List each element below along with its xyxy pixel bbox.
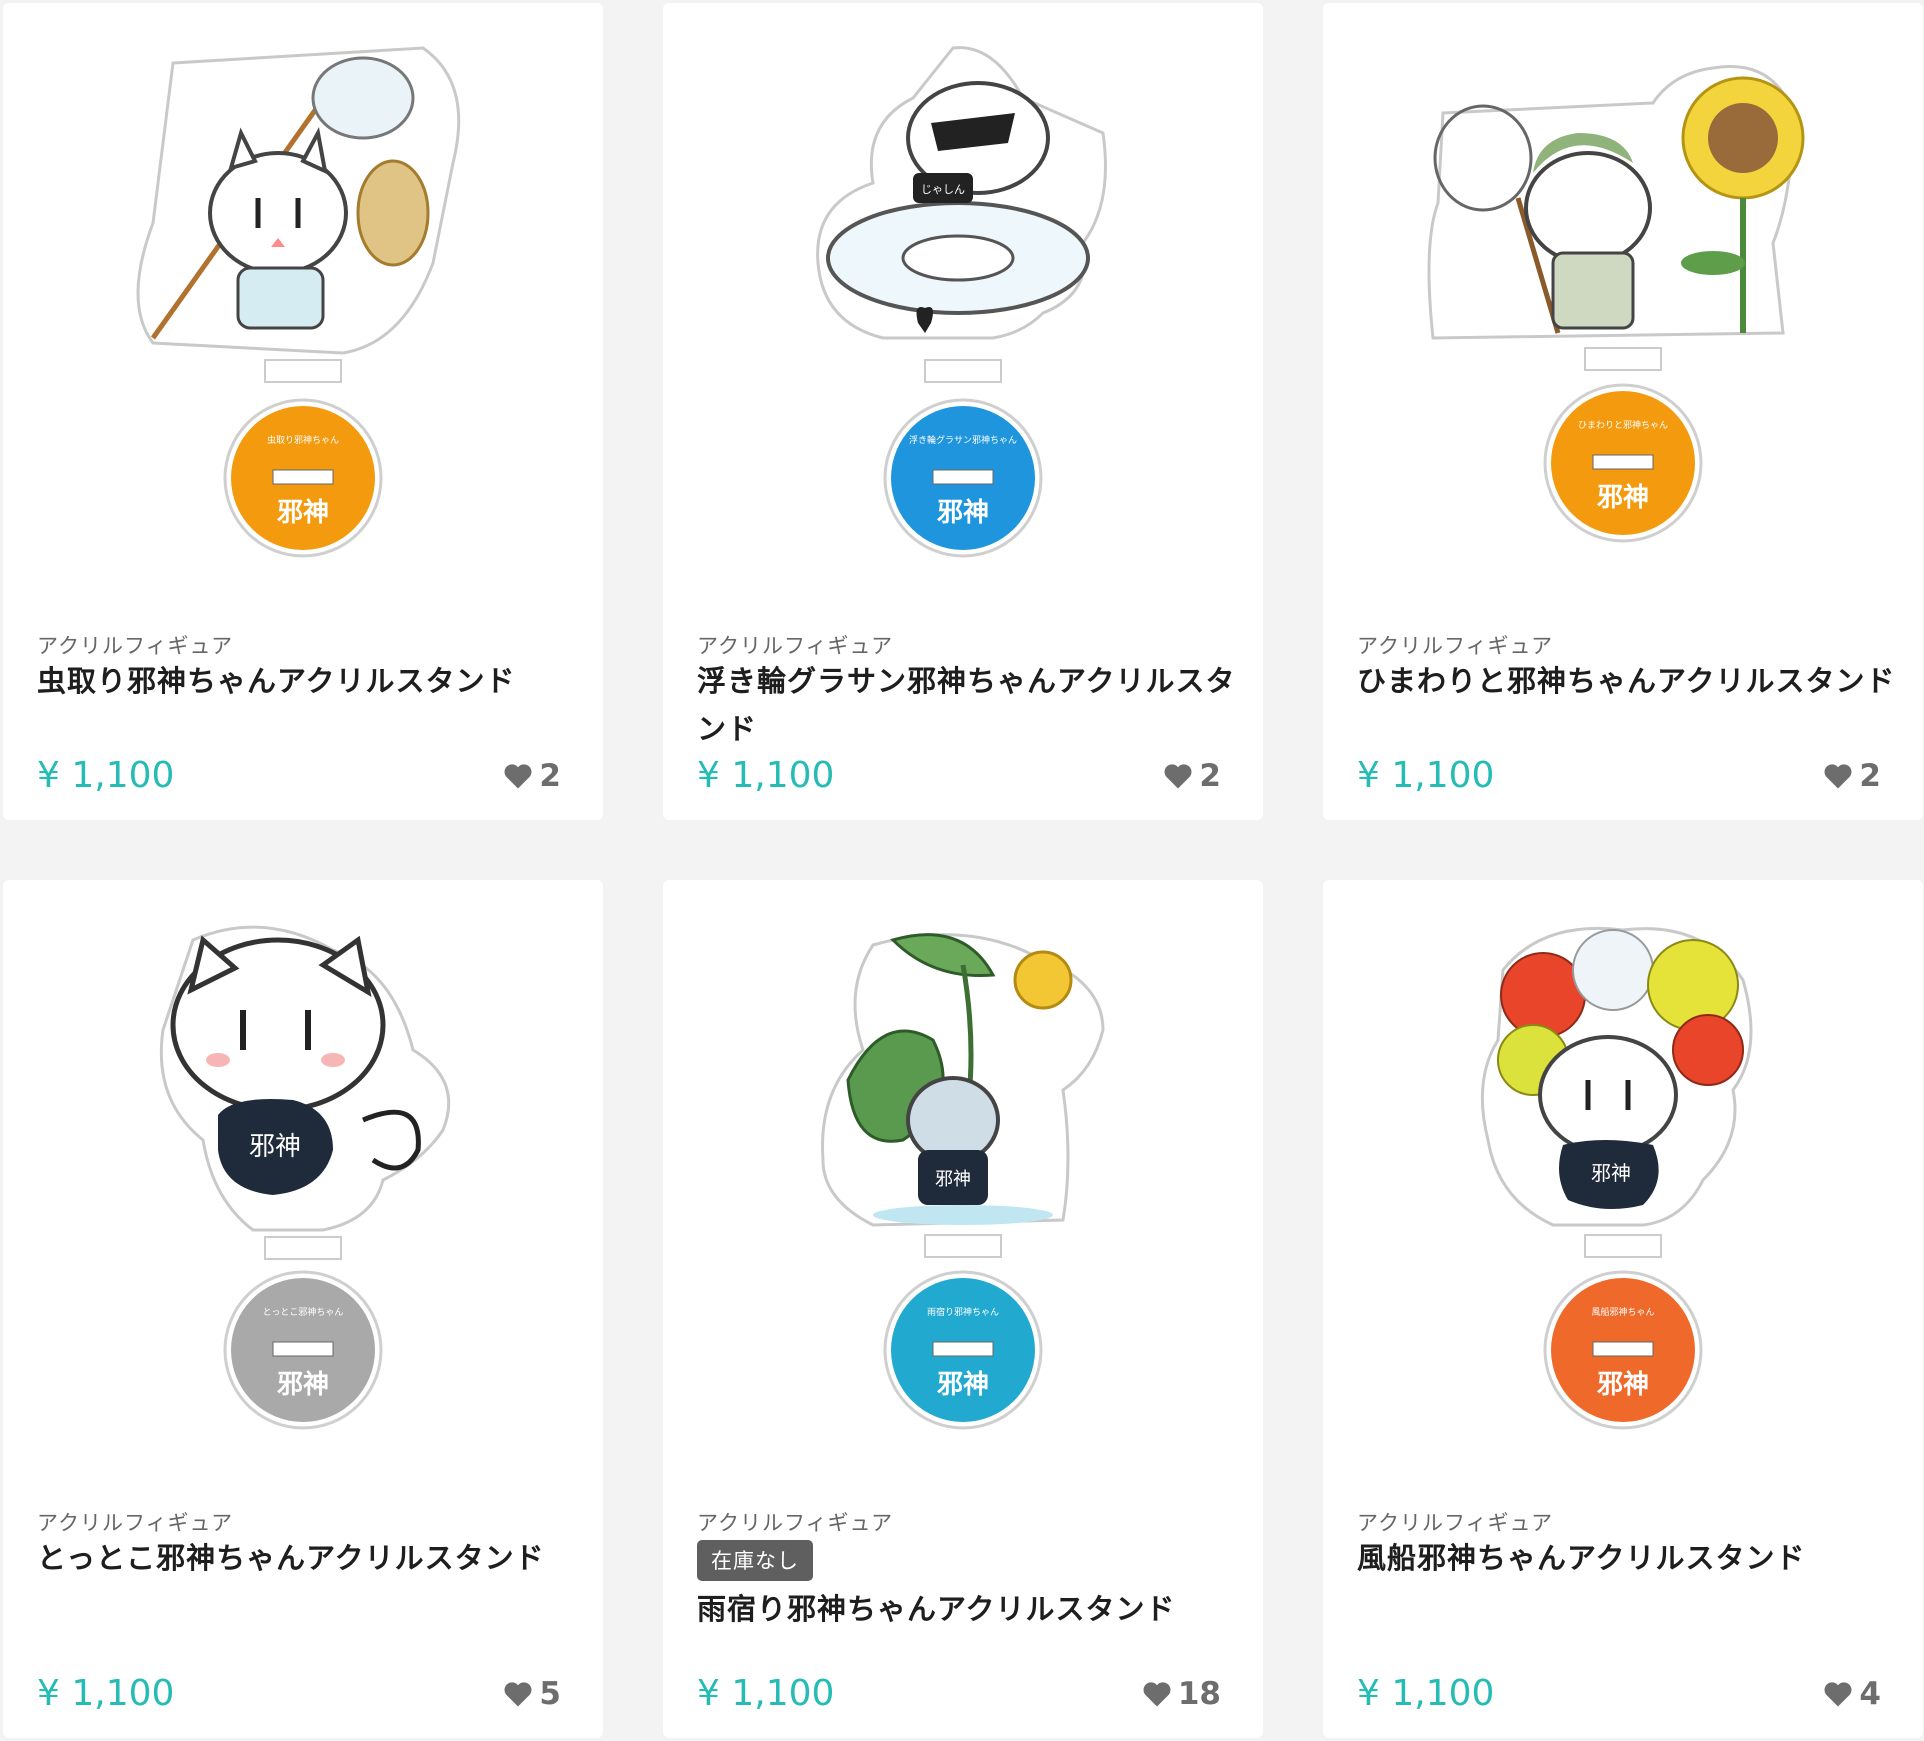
- product-grid: 虫取り邪神ちゃん 邪神 アクリルフィギュア 虫取り邪神ちゃんアクリルスタンド ¥…: [0, 0, 1924, 1741]
- product-title[interactable]: ひまわりと邪神ちゃんアクリルスタンド: [1357, 657, 1902, 705]
- svg-text:邪神: 邪神: [936, 1370, 989, 1400]
- product-category: アクリルフィギュア: [1357, 1511, 1554, 1535]
- product-card[interactable]: じゃしん 浮き輪グラサン邪神ちゃん 邪神 アクリルフィギュア 浮き輪グラサン邪神…: [663, 3, 1263, 820]
- product-category: アクリルフィギュア: [697, 634, 894, 658]
- like-button[interactable]: 5: [503, 1676, 561, 1712]
- product-image[interactable]: 邪神 風船邪神ちゃん 邪神: [1323, 880, 1923, 1480]
- like-button[interactable]: 4: [1823, 1676, 1881, 1712]
- svg-text:とっとこ邪神ちゃん: とっとこ邪神ちゃん: [263, 1306, 344, 1318]
- like-count: 2: [1859, 758, 1881, 794]
- product-price: ¥ 1,100: [1357, 755, 1495, 796]
- product-title[interactable]: 虫取り邪神ちゃんアクリルスタンド: [37, 657, 582, 705]
- heart-icon: [1824, 764, 1852, 789]
- svg-text:邪神: 邪神: [1596, 1370, 1649, 1400]
- acrylic-stand-illustration: 邪神 雨宿り邪神ちゃん 邪神: [821, 933, 1105, 1430]
- heart-icon: [504, 1682, 532, 1707]
- product-card[interactable]: ひまわりと邪神ちゃん 邪神 アクリルフィギュア ひまわりと邪神ちゃんアクリルスタ…: [1323, 3, 1923, 820]
- product-title[interactable]: とっとこ邪神ちゃんアクリルスタンド: [37, 1534, 582, 1582]
- svg-text:邪神: 邪神: [936, 498, 989, 528]
- product-price: ¥ 1,100: [697, 1673, 835, 1714]
- like-button[interactable]: 2: [1163, 758, 1221, 794]
- out-of-stock-badge: 在庫なし: [697, 1540, 813, 1581]
- product-category: アクリルフィギュア: [37, 1511, 234, 1535]
- product-price: ¥ 1,100: [37, 1673, 175, 1714]
- product-title[interactable]: 風船邪神ちゃんアクリルスタンド: [1357, 1534, 1902, 1582]
- acrylic-stand-illustration: ひまわりと邪神ちゃん 邪神: [1427, 65, 1805, 543]
- product-category: アクリルフィギュア: [1357, 634, 1554, 658]
- product-price: ¥ 1,100: [1357, 1673, 1495, 1714]
- svg-text:邪神: 邪神: [1591, 1161, 1631, 1185]
- svg-text:雨宿り邪神ちゃん: 雨宿り邪神ちゃん: [927, 1306, 999, 1318]
- product-category: アクリルフィギュア: [37, 634, 234, 658]
- product-image[interactable]: 邪神 とっとこ邪神ちゃん 邪神: [3, 880, 603, 1480]
- like-count: 2: [1199, 758, 1221, 794]
- like-count: 2: [539, 758, 561, 794]
- svg-text:邪神: 邪神: [276, 1370, 329, 1400]
- product-price: ¥ 1,100: [37, 755, 175, 796]
- acrylic-stand-illustration: 邪神 とっとこ邪神ちゃん 邪神: [159, 925, 451, 1430]
- product-title[interactable]: 浮き輪グラサン邪神ちゃんアクリルスタンド: [697, 657, 1242, 753]
- acrylic-stand-illustration: 邪神 風船邪神ちゃん 邪神: [1480, 926, 1753, 1430]
- product-card[interactable]: 邪神 風船邪神ちゃん 邪神 アクリルフィギュア 風船邪神ちゃんアクリルスタンド …: [1323, 880, 1923, 1738]
- heart-icon: [1824, 1682, 1852, 1707]
- product-price: ¥ 1,100: [697, 755, 835, 796]
- heart-icon: [1143, 1682, 1171, 1707]
- svg-text:じゃしん: じゃしん: [921, 183, 965, 196]
- heart-icon: [504, 764, 532, 789]
- product-image[interactable]: じゃしん 浮き輪グラサン邪神ちゃん 邪神: [663, 3, 1263, 603]
- like-count: 5: [539, 1676, 561, 1712]
- like-button[interactable]: 2: [503, 758, 561, 794]
- svg-text:ひまわりと邪神ちゃん: ひまわりと邪神ちゃん: [1578, 419, 1668, 431]
- svg-text:邪神: 邪神: [249, 1132, 301, 1162]
- svg-text:浮き輪グラサン邪神ちゃん: 浮き輪グラサン邪神ちゃん: [909, 434, 1017, 446]
- svg-text:虫取り邪神ちゃん: 虫取り邪神ちゃん: [267, 434, 339, 446]
- product-card[interactable]: 虫取り邪神ちゃん 邪神 アクリルフィギュア 虫取り邪神ちゃんアクリルスタンド ¥…: [3, 3, 603, 820]
- like-button[interactable]: 2: [1823, 758, 1881, 794]
- product-category: アクリルフィギュア: [697, 1511, 894, 1535]
- product-image[interactable]: ひまわりと邪神ちゃん 邪神: [1323, 3, 1923, 603]
- product-title[interactable]: 雨宿り邪神ちゃんアクリルスタンド: [697, 1585, 1242, 1633]
- like-count: 4: [1859, 1676, 1881, 1712]
- product-card[interactable]: 邪神 とっとこ邪神ちゃん 邪神 アクリルフィギュア とっとこ邪神ちゃんアクリルス…: [3, 880, 603, 1738]
- like-button[interactable]: 18: [1142, 1676, 1221, 1712]
- heart-icon: [1164, 764, 1192, 789]
- svg-text:邪神: 邪神: [276, 498, 329, 528]
- acrylic-stand-illustration: 虫取り邪神ちゃん 邪神: [136, 46, 461, 558]
- svg-text:邪神: 邪神: [935, 1169, 971, 1190]
- product-image[interactable]: 虫取り邪神ちゃん 邪神: [3, 3, 603, 603]
- svg-text:邪神: 邪神: [1596, 483, 1649, 513]
- product-card[interactable]: 邪神 雨宿り邪神ちゃん 邪神 アクリルフィギュア 在庫なし 雨宿り邪神ちゃんアク…: [663, 880, 1263, 1738]
- product-image[interactable]: 邪神 雨宿り邪神ちゃん 邪神: [663, 880, 1263, 1480]
- acrylic-stand-illustration: じゃしん 浮き輪グラサン邪神ちゃん 邪神: [816, 46, 1107, 558]
- svg-text:風船邪神ちゃん: 風船邪神ちゃん: [1591, 1306, 1654, 1318]
- like-count: 18: [1177, 1676, 1221, 1712]
